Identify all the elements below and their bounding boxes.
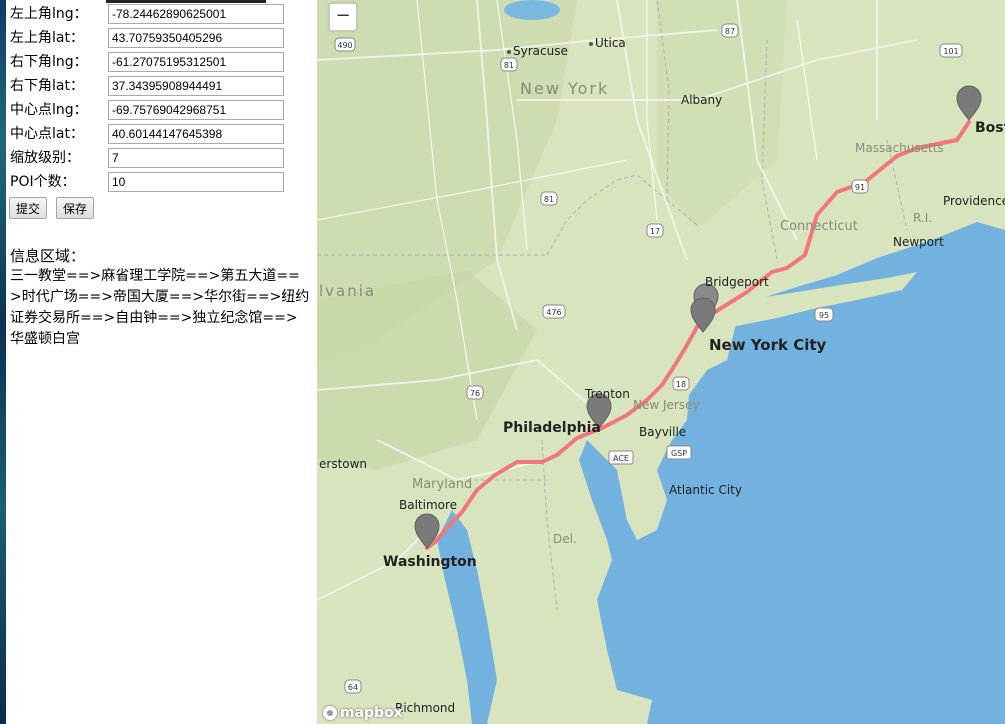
topleft-lat-input[interactable] — [108, 28, 284, 48]
city-hagerstown: erstown — [319, 457, 367, 471]
shield-64: 64 — [348, 683, 358, 692]
city-syracuse: Syracuse — [513, 44, 568, 58]
state-connecticut: Connecticut — [780, 219, 858, 234]
mapbox-logo[interactable]: mapbox — [323, 704, 403, 722]
submit-button[interactable]: 提交 — [9, 197, 48, 219]
form-row-bottomright-lng: 右下角lng： — [10, 52, 284, 72]
shield-76: 76 — [470, 389, 480, 398]
city-utica: Utica — [595, 36, 626, 50]
city-philadelphia: Philadelphia — [503, 420, 601, 436]
poi-count-label: POI个数： — [10, 174, 76, 190]
form-row-topleft-lat: 左上角lat： — [10, 28, 284, 48]
state-rhode-island: R.I. — [913, 211, 932, 225]
topleft-lat-label: 左上角lat： — [10, 30, 84, 46]
shield-91: 91 — [855, 183, 865, 192]
center-lng-input[interactable] — [108, 100, 284, 120]
state-new-jersey: New Jersey — [633, 398, 700, 412]
city-albany: Albany — [681, 93, 722, 107]
city-baltimore: Baltimore — [399, 498, 457, 512]
mapbox-logo-icon — [323, 706, 337, 720]
panel-top-edge — [106, 0, 266, 3]
bottomright-lat-input[interactable] — [108, 76, 284, 96]
city-washington: Washington — [383, 554, 477, 570]
save-button[interactable]: 保存 — [56, 197, 95, 219]
city-bayville: Bayville — [639, 425, 686, 439]
control-panel: 左上角lng： 左上角lat： 右下角lng： 右下角lat： 中心点lng： … — [6, 0, 316, 724]
shield-87: 87 — [725, 27, 735, 36]
center-lng-label: 中心点lng： — [10, 102, 88, 118]
mapbox-logo-text: mapbox — [340, 705, 403, 721]
map-canvas[interactable]: 490 81 87 101 91 95 81 17 476 495 76 18 … — [317, 0, 1005, 724]
shield-18: 18 — [676, 380, 686, 389]
topleft-lng-label: 左上角lng： — [10, 6, 88, 22]
info-area-title: 信息区域： — [10, 247, 86, 265]
city-richmond: Richmond — [395, 701, 455, 715]
shield-81a: 81 — [504, 61, 514, 70]
shield-476: 476 — [546, 308, 561, 317]
shield-490: 490 — [337, 41, 352, 50]
zoom-level-label: 缩放级别： — [10, 150, 80, 166]
shield-17: 17 — [650, 227, 660, 236]
shield-gsp: GSP — [671, 449, 687, 458]
topleft-lng-input[interactable] — [108, 4, 284, 24]
form-row-zoom: 缩放级别： — [10, 148, 284, 168]
state-massachusetts: Massachusetts — [855, 141, 944, 155]
shield-101: 101 — [943, 47, 958, 56]
state-delaware: Del. — [553, 532, 577, 546]
lake-oneida — [504, 0, 560, 20]
city-trenton: Trenton — [584, 387, 630, 401]
city-boston: Boston — [975, 120, 1005, 136]
city-providence: Providence — [943, 194, 1005, 208]
form-row-center-lat: 中心点lat： — [10, 124, 284, 144]
city-bridgeport: Bridgeport — [705, 275, 769, 289]
form-row-bottomright-lat: 右下角lat： — [10, 76, 284, 96]
shield-81b: 81 — [544, 195, 554, 204]
state-maryland: Maryland — [412, 477, 472, 492]
center-lat-label: 中心点lat： — [10, 126, 84, 142]
map-view[interactable]: 490 81 87 101 91 95 81 17 476 495 76 18 … — [317, 0, 1005, 724]
zoom-level-input[interactable] — [108, 148, 284, 168]
city-new-york-city: New York City — [709, 336, 827, 354]
bottomright-lat-label: 右下角lat： — [10, 78, 84, 94]
city-newport: Newport — [893, 235, 944, 249]
form-row-poi-count: POI个数： — [10, 172, 284, 192]
bottomright-lng-label: 右下角lng： — [10, 54, 88, 70]
bottomright-lng-input[interactable] — [108, 52, 284, 72]
form-row-topleft-lng: 左上角lng： — [10, 4, 284, 24]
shield-ace: ACE — [613, 454, 629, 463]
poi-count-input[interactable] — [108, 172, 284, 192]
center-lat-input[interactable] — [108, 124, 284, 144]
state-pennsylvania: lvania — [319, 282, 376, 300]
route-info-text: 三一教堂==>麻省理工学院==>第五大道==>时代广场==>帝国大厦==>华尔街… — [10, 268, 310, 347]
state-new-york: New York — [520, 79, 609, 98]
zoom-out-button[interactable]: − — [329, 3, 357, 31]
form-row-center-lng: 中心点lng： — [10, 100, 284, 120]
city-atlantic-city: Atlantic City — [669, 483, 742, 497]
